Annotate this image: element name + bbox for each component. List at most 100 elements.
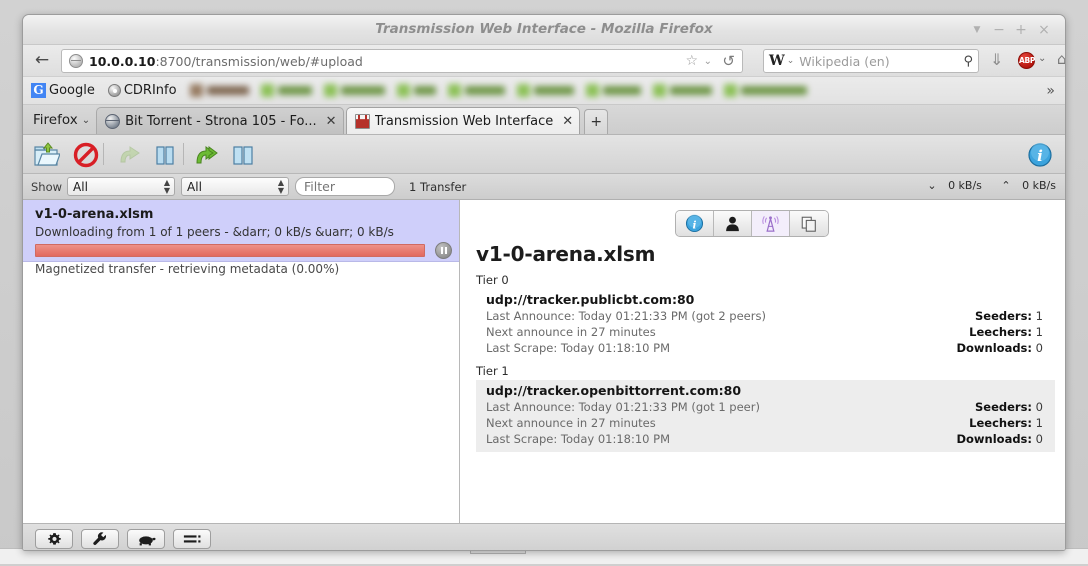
torrent-name: v1-0-arena.xlsm (35, 207, 154, 222)
bookmark-label: CDRInfo (123, 83, 177, 98)
tracker-entry[interactable]: udp://tracker.openbittorrent.com:80 Last… (476, 380, 1055, 452)
alt-speed-button[interactable] (127, 529, 165, 549)
bookmark-redacted[interactable] (396, 84, 436, 97)
back-button[interactable]: ← (32, 51, 52, 71)
status-filter-select[interactable]: All ▲ ▼ (67, 177, 176, 196)
down-arrow-icon: ⌄ (927, 179, 937, 192)
inspector-tab-trackers[interactable] (752, 211, 790, 236)
tracker-entry[interactable]: udp://tracker.publicbt.com:80 Last Annou… (476, 289, 1055, 361)
window-minimize-button[interactable]: − (989, 20, 1009, 40)
chevron-down-icon[interactable]: ⌄ (1038, 53, 1046, 64)
bookmark-redacted[interactable] (723, 84, 807, 97)
search-input[interactable]: Wikipedia (en) (799, 54, 963, 69)
firefox-menu-label: Firefox (33, 112, 78, 128)
tracker-next-announce: Next announce in 27 minutes Leechers: 1 (486, 415, 1045, 431)
leechers-value: 1 (1035, 325, 1043, 339)
chevron-down-icon[interactable]: ⌄ (704, 56, 712, 67)
leechers-label: Leechers: (969, 416, 1033, 430)
chevron-down-icon[interactable]: ⌄ (787, 56, 795, 66)
leechers-label: Leechers: (969, 325, 1033, 339)
tab-transmission-web-interface[interactable]: Transmission Web Interface ✕ (345, 107, 581, 134)
files-icon (801, 216, 816, 232)
transmission-statusbar (23, 523, 1065, 550)
bookmark-google[interactable]: G Google (31, 83, 95, 98)
close-icon[interactable]: ✕ (562, 114, 573, 129)
home-icon[interactable]: ⌂ (1057, 50, 1065, 68)
chevron-updown-icon: ▲ ▼ (163, 178, 171, 195)
tracker-last-announce-text: Last Announce: Today 01:21:33 PM (got 1 … (486, 400, 760, 414)
bookmark-redacted[interactable] (585, 84, 641, 97)
transmission-icon (354, 113, 370, 129)
toggle-inspector-button[interactable]: i (1023, 138, 1057, 171)
open-torrent-button[interactable] (29, 138, 63, 171)
window-shade-button[interactable]: ▼ (967, 20, 987, 40)
chevron-updown-icon: ▲ ▼ (277, 178, 285, 195)
window-close-button[interactable]: × (1034, 20, 1054, 40)
window-maximize-button[interactable]: + (1011, 20, 1031, 40)
torrent-list-item[interactable]: v1-0-arena.xlsm Downloading from 1 of 1 … (23, 200, 459, 276)
tracker-seeders: Seeders: 1 (975, 308, 1043, 324)
tracker-next-announce: Next announce in 27 minutes Leechers: 1 (486, 324, 1045, 340)
start-button[interactable] (112, 138, 146, 171)
settings-button[interactable] (81, 529, 119, 549)
tracker-leechers: Leechers: 1 (969, 415, 1043, 431)
adblock-plus-icon[interactable]: ABP (1018, 52, 1035, 69)
wikipedia-engine-icon[interactable]: W (769, 54, 785, 68)
reload-icon[interactable]: ↺ (722, 52, 735, 70)
torrent-pause-button[interactable] (435, 242, 452, 259)
browser-navigation-bar: ← 10.0.0.10:8700/transmission/web/#uploa… (23, 45, 1065, 77)
bookmark-cdrinfo[interactable]: CDRInfo (107, 83, 177, 98)
tab-strip: Firefox ⌄ Bit Torrent - Strona 105 - Fo.… (23, 105, 1065, 135)
svg-text:i: i (693, 219, 697, 231)
search-bar[interactable]: W ⌄ Wikipedia (en) ⚲ (763, 49, 979, 73)
tab-label: Transmission Web Interface (374, 113, 554, 129)
bookmark-redacted[interactable] (516, 84, 574, 97)
list-options-button[interactable] (173, 529, 211, 549)
seeders-label: Seeders: (974, 400, 1033, 414)
bookmarks-overflow-button[interactable]: » (1046, 83, 1055, 99)
url-text: 10.0.0.10:8700/transmission/web/#upload (89, 54, 363, 69)
wrench-icon (93, 532, 106, 545)
tracker-last-scrape-text: Last Scrape: Today 01:18:10 PM (486, 432, 670, 446)
pause-all-button[interactable] (229, 138, 263, 171)
inspector-tab-info[interactable]: i (676, 211, 714, 236)
filter-input[interactable] (295, 177, 396, 196)
start-all-button[interactable] (191, 138, 225, 171)
close-icon[interactable]: ✕ (326, 114, 337, 129)
pause-button[interactable] (148, 138, 182, 171)
globe-icon (69, 54, 83, 68)
tab-bit-torrent[interactable]: Bit Torrent - Strona 105 - Fo... ✕ (96, 107, 344, 134)
window-titlebar: Transmission Web Interface - Mozilla Fir… (23, 15, 1065, 45)
torrent-meta: Magnetized transfer - retrieving metadat… (35, 262, 340, 276)
address-bar[interactable]: 10.0.0.10:8700/transmission/web/#upload … (61, 49, 743, 73)
tracker-next-announce-text: Next announce in 27 minutes (486, 325, 656, 339)
new-tab-button[interactable]: + (584, 109, 609, 134)
bookmark-star-icon[interactable]: ☆ (685, 53, 698, 69)
toolbar-separator (183, 143, 184, 165)
search-icon[interactable]: ⚲ (963, 54, 973, 69)
tracker-list: Tier 0 udp://tracker.publicbt.com:80 Las… (476, 270, 1055, 452)
tracker-downloads: Downloads: 0 (956, 431, 1043, 447)
start-all-icon (196, 145, 218, 163)
chevron-down-icon: ⌄ (81, 114, 91, 126)
gear-icon (47, 532, 61, 545)
inspector-tab-files[interactable] (790, 211, 828, 236)
bookmark-redacted[interactable] (323, 84, 385, 97)
tracker-last-scrape-text: Last Scrape: Today 01:18:10 PM (486, 341, 670, 355)
remove-torrent-button[interactable] (69, 138, 103, 171)
bookmark-redacted[interactable] (189, 84, 249, 97)
bookmark-redacted[interactable] (447, 84, 505, 97)
downloads-icon[interactable]: ⇓ (990, 50, 1003, 69)
bookmark-redacted[interactable] (652, 84, 712, 97)
inspector-tab-peers[interactable] (714, 211, 752, 236)
firefox-menu-button[interactable]: Firefox ⌄ (31, 106, 96, 134)
bookmark-redacted[interactable] (260, 84, 312, 97)
tracker-tier-label: Tier 1 (476, 364, 509, 378)
tracker-last-announce: Last Announce: Today 01:21:33 PM (got 1 … (486, 399, 1045, 415)
url-host: 10.0.0.10 (89, 53, 156, 69)
bookmarks-bar: G Google CDRInfo » (23, 77, 1065, 105)
tracker-filter-select[interactable]: All ▲ ▼ (181, 177, 290, 196)
preferences-button[interactable] (35, 529, 73, 549)
tracker-downloads: Downloads: 0 (956, 340, 1043, 356)
upload-speed-value: 0 kB/s (1022, 179, 1056, 192)
